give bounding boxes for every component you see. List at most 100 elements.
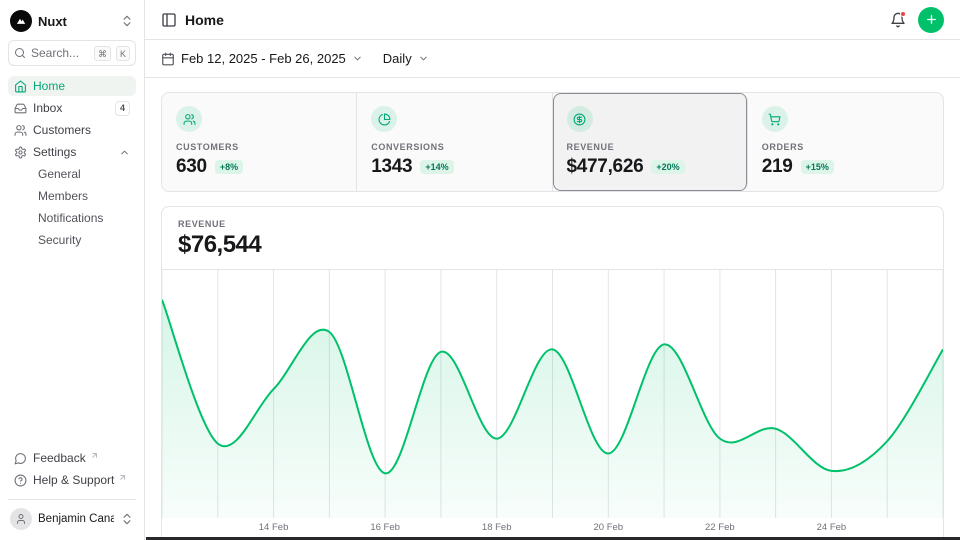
sidebar-toggle-button[interactable] [161, 12, 177, 28]
users-icon [14, 124, 27, 137]
date-range-picker[interactable]: Feb 12, 2025 - Feb 26, 2025 [161, 51, 363, 66]
user-name: Benjamin Canac [38, 513, 114, 525]
stat-delta-badge: +20% [651, 160, 684, 174]
stat-delta-badge: +15% [801, 160, 834, 174]
workspace-switcher[interactable]: Nuxt [8, 8, 136, 40]
home-icon [14, 80, 27, 93]
footer-link-label: Feedback [33, 451, 86, 465]
chart-current-value: $76,544 [178, 231, 927, 259]
period-label: Daily [383, 51, 412, 66]
chart-title: REVENUE [178, 219, 927, 229]
stat-icon-circle [762, 106, 788, 132]
page-content: CUSTOMERS 630 +8% CONVERSIONS 1343 +14% [145, 78, 960, 540]
sidebar-item-security[interactable]: Security [8, 230, 136, 250]
stat-icon-circle [567, 106, 593, 132]
revenue-chart-card: REVENUE $76,544 14 Feb 16 Feb 18 Feb 20 Feb… [161, 206, 944, 540]
search-input[interactable]: Search... ⌘ K [8, 40, 136, 66]
x-axis-tick-label: 14 Feb [259, 522, 289, 533]
nav-label: Settings [33, 145, 76, 159]
workspace-name: Nuxt [38, 14, 114, 29]
gear-icon [14, 146, 27, 159]
nav-label: Home [33, 79, 65, 93]
feedback-link[interactable]: Feedback [8, 447, 136, 469]
chevron-up-icon [119, 147, 130, 158]
x-axis-tick-label: 20 Feb [593, 522, 623, 533]
shopping-cart-icon [768, 113, 781, 126]
add-button[interactable] [918, 7, 944, 33]
stat-label: CUSTOMERS [176, 142, 342, 152]
nuxt-logo [10, 10, 32, 32]
kbd-cmd: ⌘ [94, 46, 111, 61]
stat-value: $477,626 [567, 156, 644, 178]
stats-row: CUSTOMERS 630 +8% CONVERSIONS 1343 +14% [161, 92, 944, 192]
chart-plot-area[interactable]: 14 Feb 16 Feb 18 Feb 20 Feb 22 Feb 24 Feb [162, 270, 943, 540]
chevron-down-icon [352, 53, 363, 64]
sidebar-item-settings[interactable]: Settings [8, 142, 136, 162]
sidebar-nav: Home Inbox 4 Customers Settings General … [8, 76, 136, 250]
sidebar-spacer [8, 250, 136, 447]
stat-card-customers[interactable]: CUSTOMERS 630 +8% [162, 93, 357, 191]
external-link-icon [90, 451, 99, 460]
circle-help-icon [14, 474, 27, 487]
message-circle-icon [14, 452, 27, 465]
stat-label: CONVERSIONS [371, 142, 537, 152]
users-icon [183, 113, 196, 126]
date-range-label: Feb 12, 2025 - Feb 26, 2025 [181, 51, 346, 66]
panel-left-icon [161, 12, 177, 28]
revenue-area-chart [162, 270, 943, 518]
page-title: Home [185, 12, 224, 28]
chevron-down-icon [418, 53, 429, 64]
notification-dot [900, 11, 906, 17]
kbd-k: K [116, 46, 130, 61]
sidebar-item-general[interactable]: General [8, 164, 136, 184]
search-icon [14, 47, 26, 59]
stat-icon-circle [371, 106, 397, 132]
chart-pie-icon [378, 113, 391, 126]
sidebar-item-notifications[interactable]: Notifications [8, 208, 136, 228]
stat-card-conversions[interactable]: CONVERSIONS 1343 +14% [357, 93, 552, 191]
x-axis-tick-label: 24 Feb [817, 522, 847, 533]
nuxt-mountain-icon [14, 14, 28, 28]
chart-header: REVENUE $76,544 [162, 207, 943, 270]
calendar-icon [161, 52, 175, 66]
stat-card-orders[interactable]: ORDERS 219 +15% [748, 93, 943, 191]
notifications-button[interactable] [890, 12, 906, 28]
stat-delta-badge: +8% [215, 160, 243, 174]
circle-dollar-icon [573, 113, 586, 126]
user-menu[interactable]: Benjamin Canac [8, 499, 136, 532]
period-select[interactable]: Daily [383, 51, 429, 66]
chevrons-up-down-icon [120, 512, 134, 526]
search-placeholder: Search... [31, 46, 89, 60]
stat-value: 1343 [371, 156, 412, 178]
stat-label: REVENUE [567, 142, 733, 152]
nav-label: Inbox [33, 101, 62, 115]
inbox-count-badge: 4 [115, 101, 130, 116]
sidebar: Nuxt Search... ⌘ K Home Inbox 4 Customer… [0, 0, 145, 540]
stat-label: ORDERS [762, 142, 929, 152]
help-support-link[interactable]: Help & Support [8, 469, 136, 491]
app-window: Nuxt Search... ⌘ K Home Inbox 4 Customer… [0, 0, 960, 540]
stat-icon-circle [176, 106, 202, 132]
stat-value: 630 [176, 156, 207, 178]
x-axis-tick-label: 18 Feb [482, 522, 512, 533]
plus-icon [925, 13, 938, 26]
main-header: Home [145, 0, 960, 40]
sidebar-item-inbox[interactable]: Inbox 4 [8, 98, 136, 118]
x-axis-labels: 14 Feb 16 Feb 18 Feb 20 Feb 22 Feb 24 Feb [162, 522, 943, 536]
filters-toolbar: Feb 12, 2025 - Feb 26, 2025 Daily [145, 40, 960, 78]
sidebar-item-customers[interactable]: Customers [8, 120, 136, 140]
stat-delta-badge: +14% [420, 160, 453, 174]
stat-value: 219 [762, 156, 793, 178]
x-axis-tick-label: 22 Feb [705, 522, 735, 533]
external-link-icon [118, 473, 127, 482]
stat-card-revenue[interactable]: REVENUE $477,626 +20% [553, 93, 748, 191]
sidebar-item-members[interactable]: Members [8, 186, 136, 206]
header-actions [890, 7, 944, 33]
main-panel: Home Feb 12, 2025 - Feb 26, 2025 Daily [145, 0, 960, 540]
chevrons-up-down-icon [120, 14, 134, 28]
inbox-icon [14, 102, 27, 115]
user-icon [15, 513, 27, 525]
sidebar-item-home[interactable]: Home [8, 76, 136, 96]
nav-label: Customers [33, 123, 91, 137]
x-axis-tick-label: 16 Feb [370, 522, 400, 533]
